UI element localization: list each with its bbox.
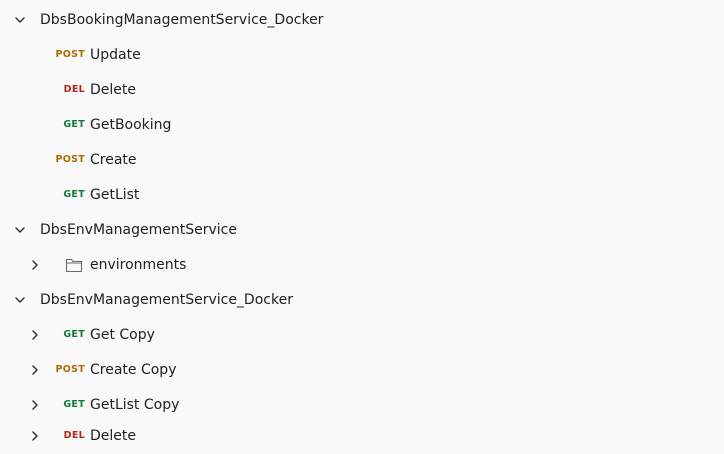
method-badge-get: GET [63, 399, 85, 410]
method-badge-post: POST [55, 154, 85, 165]
chevron-right-icon[interactable] [28, 258, 42, 272]
chevron-right-icon[interactable] [28, 398, 42, 412]
collection-tree: DbsBookingManagementService_Docker POST … [0, 0, 724, 454]
collection-name: DbsEnvManagementService [40, 222, 237, 238]
method-badge-del: DEL [63, 430, 85, 441]
request-label: Delete [90, 428, 136, 444]
request-label: Update [90, 47, 141, 63]
method-badge-del: DEL [63, 84, 85, 95]
folder-label: environments [90, 257, 187, 273]
request-item[interactable]: DEL Delete [0, 73, 724, 108]
folder-icon [65, 257, 83, 273]
chevron-down-icon[interactable] [13, 223, 27, 237]
collection-row-dbsenvmanagementservice-docker[interactable]: DbsEnvManagementService_Docker [0, 283, 724, 318]
request-item[interactable]: GET GetBooking [0, 108, 724, 143]
request-item[interactable]: DEL Delete [0, 419, 724, 454]
collection-name: DbsBookingManagementService_Docker [40, 12, 324, 28]
request-item[interactable]: POST Update [0, 38, 724, 73]
method-badge-get: GET [63, 189, 85, 200]
request-item[interactable]: GET GetList Copy [0, 388, 724, 423]
chevron-down-icon[interactable] [13, 13, 27, 27]
method-badge-post: POST [55, 49, 85, 60]
request-label: GetList [90, 187, 140, 203]
folder-item-environments[interactable]: environments [0, 248, 724, 283]
request-label: GetBooking [90, 117, 172, 133]
request-item[interactable]: GET Get Copy [0, 318, 724, 353]
request-label: Get Copy [90, 327, 155, 343]
method-badge-get: GET [63, 119, 85, 130]
collection-name: DbsEnvManagementService_Docker [40, 292, 293, 308]
collection-row-dbsbookingmanagementservice-docker[interactable]: DbsBookingManagementService_Docker [0, 3, 724, 38]
request-label: Create Copy [90, 362, 177, 378]
collection-row-dbsenvmanagementservice[interactable]: DbsEnvManagementService [0, 213, 724, 248]
chevron-right-icon[interactable] [28, 363, 42, 377]
method-badge-get: GET [63, 329, 85, 340]
chevron-down-icon[interactable] [13, 293, 27, 307]
request-item[interactable]: GET GetList [0, 178, 724, 213]
request-label: GetList Copy [90, 397, 180, 413]
request-item[interactable]: POST Create Copy [0, 353, 724, 388]
request-item[interactable]: POST Create [0, 143, 724, 178]
chevron-right-icon[interactable] [28, 429, 42, 443]
request-label: Delete [90, 82, 136, 98]
request-label: Create [90, 152, 137, 168]
chevron-right-icon[interactable] [28, 328, 42, 342]
method-badge-post: POST [55, 364, 85, 375]
